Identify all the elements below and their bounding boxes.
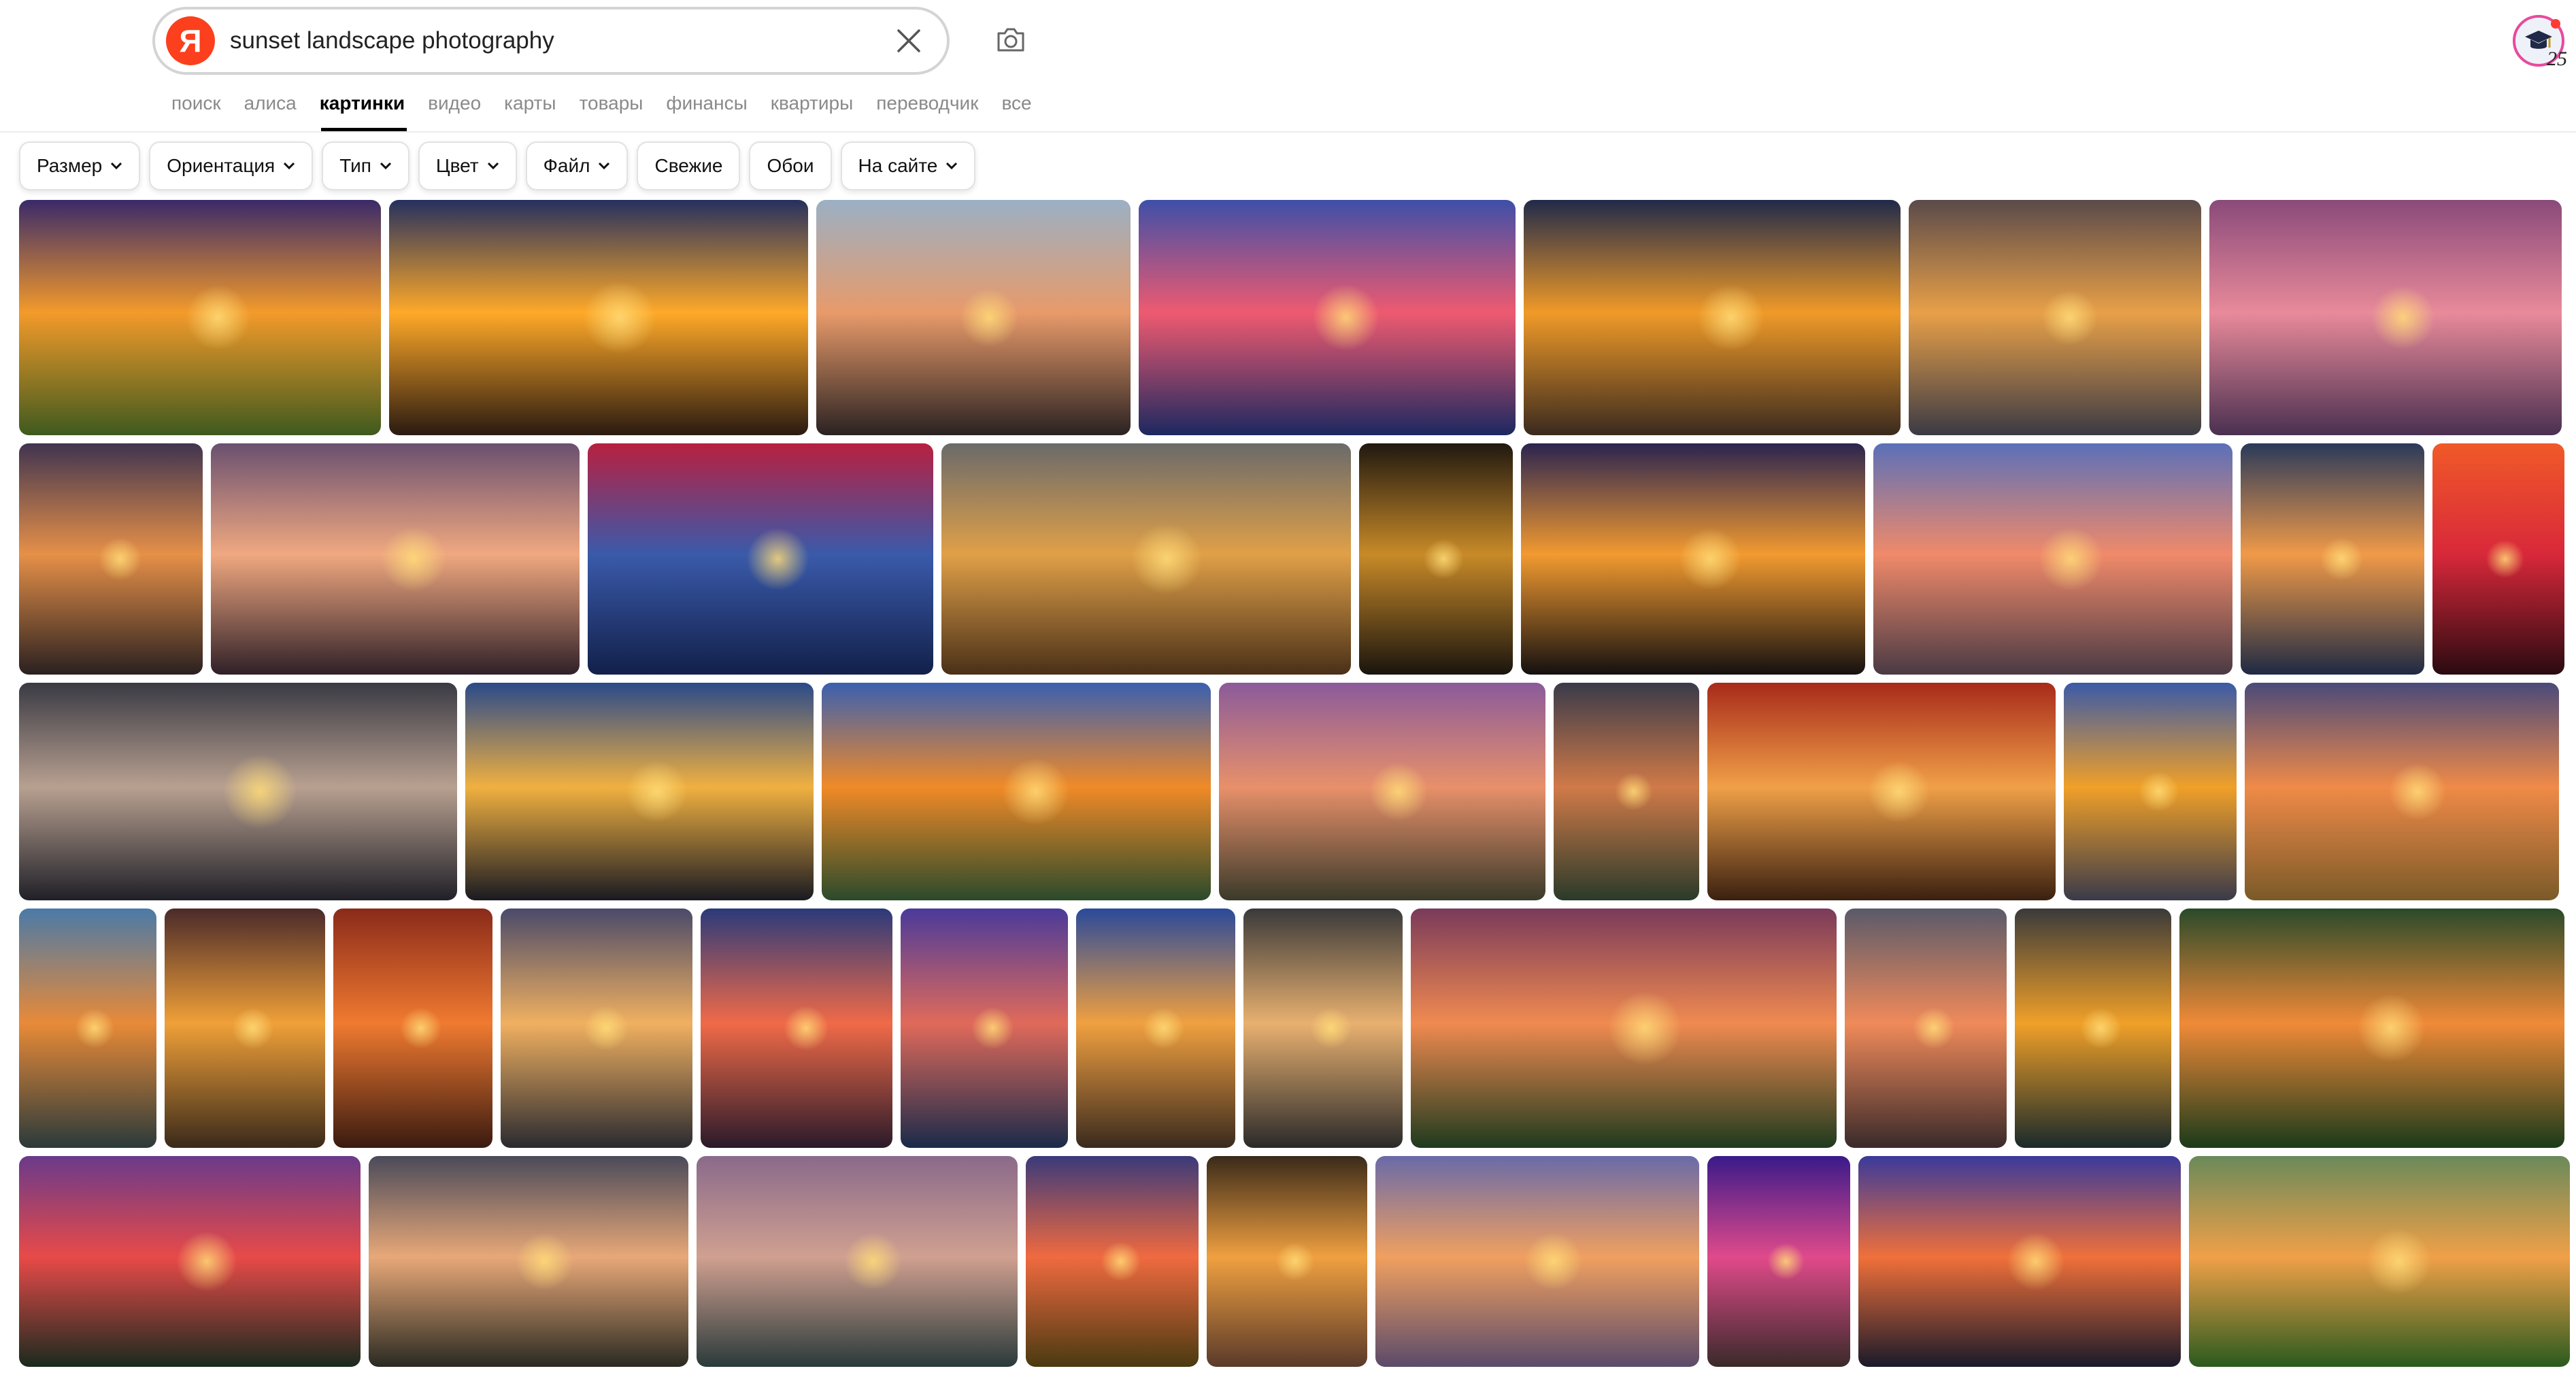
- image-thumbnail[interactable]: [1026, 1156, 1199, 1367]
- image-thumbnail[interactable]: [1207, 1156, 1367, 1367]
- image-thumbnail[interactable]: [1243, 909, 1403, 1148]
- tab-1[interactable]: алиса: [244, 92, 297, 120]
- header-divider: [0, 131, 2576, 133]
- filter-chip-6[interactable]: Обои: [749, 141, 832, 190]
- image-thumbnail[interactable]: [19, 909, 156, 1148]
- image-thumbnail[interactable]: [2015, 909, 2171, 1148]
- yandex-logo[interactable]: Я: [166, 16, 215, 65]
- camera-icon[interactable]: [994, 23, 1027, 56]
- chevron-down-icon: [946, 162, 958, 170]
- avatar-badge: 25: [2547, 48, 2567, 70]
- tab-7[interactable]: квартиры: [771, 92, 854, 120]
- image-thumbnail[interactable]: [1858, 1156, 2181, 1367]
- image-thumbnail[interactable]: [2432, 443, 2564, 675]
- image-thumbnail[interactable]: [2241, 443, 2424, 675]
- image-thumbnail[interactable]: [2189, 1156, 2570, 1367]
- image-thumbnail[interactable]: [1076, 909, 1235, 1148]
- image-thumbnail[interactable]: [1139, 200, 1516, 435]
- image-thumbnail[interactable]: [1411, 909, 1837, 1148]
- filter-chip-1[interactable]: Ориентация: [149, 141, 314, 190]
- filter-label: На сайте: [858, 155, 938, 176]
- image-row: [19, 683, 2564, 900]
- image-grid: [19, 200, 2570, 1375]
- filter-label: Тип: [339, 155, 371, 176]
- image-thumbnail[interactable]: [901, 909, 1068, 1148]
- image-thumbnail[interactable]: [389, 200, 808, 435]
- image-row: [19, 1156, 2570, 1367]
- chevron-down-icon: [487, 162, 499, 170]
- tab-4[interactable]: карты: [504, 92, 556, 120]
- filter-label: Файл: [543, 155, 590, 176]
- search-box: Я sunset landscape photography: [152, 7, 950, 75]
- image-thumbnail[interactable]: [1359, 443, 1513, 675]
- chevron-down-icon: [284, 162, 295, 170]
- image-thumbnail[interactable]: [19, 443, 203, 675]
- clear-icon[interactable]: [895, 27, 922, 54]
- filter-label: Свежие: [654, 155, 723, 176]
- search-input[interactable]: sunset landscape photography: [230, 10, 554, 72]
- image-thumbnail[interactable]: [465, 683, 814, 900]
- image-thumbnail[interactable]: [1873, 443, 2232, 675]
- filter-label: Цвет: [435, 155, 479, 176]
- tab-6[interactable]: финансы: [666, 92, 747, 120]
- filter-chip-5[interactable]: Свежие: [637, 141, 741, 190]
- tab-0[interactable]: поиск: [171, 92, 221, 120]
- image-thumbnail[interactable]: [941, 443, 1351, 675]
- image-thumbnail[interactable]: [2209, 200, 2562, 435]
- image-row: [19, 909, 2564, 1148]
- image-thumbnail[interactable]: [333, 909, 492, 1148]
- image-thumbnail[interactable]: [2064, 683, 2237, 900]
- image-thumbnail[interactable]: [19, 200, 381, 435]
- tab-3[interactable]: видео: [428, 92, 481, 120]
- tab-2[interactable]: картинки: [320, 92, 405, 120]
- filter-chip-2[interactable]: Тип: [322, 141, 409, 190]
- image-row: [19, 443, 2564, 675]
- image-thumbnail[interactable]: [1554, 683, 1699, 900]
- image-thumbnail[interactable]: [369, 1156, 688, 1367]
- user-avatar[interactable]: 25: [2513, 15, 2567, 70]
- image-thumbnail[interactable]: [1521, 443, 1865, 675]
- filter-chip-3[interactable]: Цвет: [418, 141, 517, 190]
- filter-label: Обои: [767, 155, 814, 176]
- image-thumbnail[interactable]: [2179, 909, 2564, 1148]
- filter-bar: Размер Ориентация Тип Цвет Файл Свежие Обои На …: [19, 141, 976, 190]
- image-thumbnail[interactable]: [501, 909, 692, 1148]
- image-row: [19, 200, 2564, 435]
- image-thumbnail[interactable]: [1524, 200, 1901, 435]
- filter-label: Размер: [37, 155, 103, 176]
- image-thumbnail[interactable]: [588, 443, 933, 675]
- image-thumbnail[interactable]: [816, 200, 1131, 435]
- tab-5[interactable]: товары: [579, 92, 643, 120]
- chevron-down-icon: [599, 162, 610, 170]
- filter-label: Ориентация: [167, 155, 275, 176]
- image-thumbnail[interactable]: [19, 1156, 361, 1367]
- filter-chip-0[interactable]: Размер: [19, 141, 141, 190]
- image-thumbnail[interactable]: [211, 443, 580, 675]
- image-thumbnail[interactable]: [701, 909, 892, 1148]
- image-thumbnail[interactable]: [165, 909, 325, 1148]
- search-tabs: поиск алиса картинки видео карты товары финанс…: [171, 92, 1032, 120]
- image-thumbnail[interactable]: [1909, 200, 2201, 435]
- image-thumbnail[interactable]: [2245, 683, 2559, 900]
- chevron-down-icon: [380, 162, 391, 170]
- image-thumbnail[interactable]: [1707, 683, 2056, 900]
- tab-9[interactable]: все: [1001, 92, 1031, 120]
- chevron-down-icon: [111, 162, 122, 170]
- filter-chip-7[interactable]: На сайте: [840, 141, 976, 190]
- image-thumbnail[interactable]: [1375, 1156, 1699, 1367]
- tab-8[interactable]: переводчик: [876, 92, 978, 120]
- filter-chip-4[interactable]: Файл: [525, 141, 629, 190]
- image-thumbnail[interactable]: [19, 683, 457, 900]
- image-thumbnail[interactable]: [697, 1156, 1018, 1367]
- image-thumbnail[interactable]: [822, 683, 1211, 900]
- image-thumbnail[interactable]: [1219, 683, 1545, 900]
- notification-dot: [2551, 19, 2560, 29]
- image-thumbnail[interactable]: [1845, 909, 2007, 1148]
- image-thumbnail[interactable]: [1707, 1156, 1850, 1367]
